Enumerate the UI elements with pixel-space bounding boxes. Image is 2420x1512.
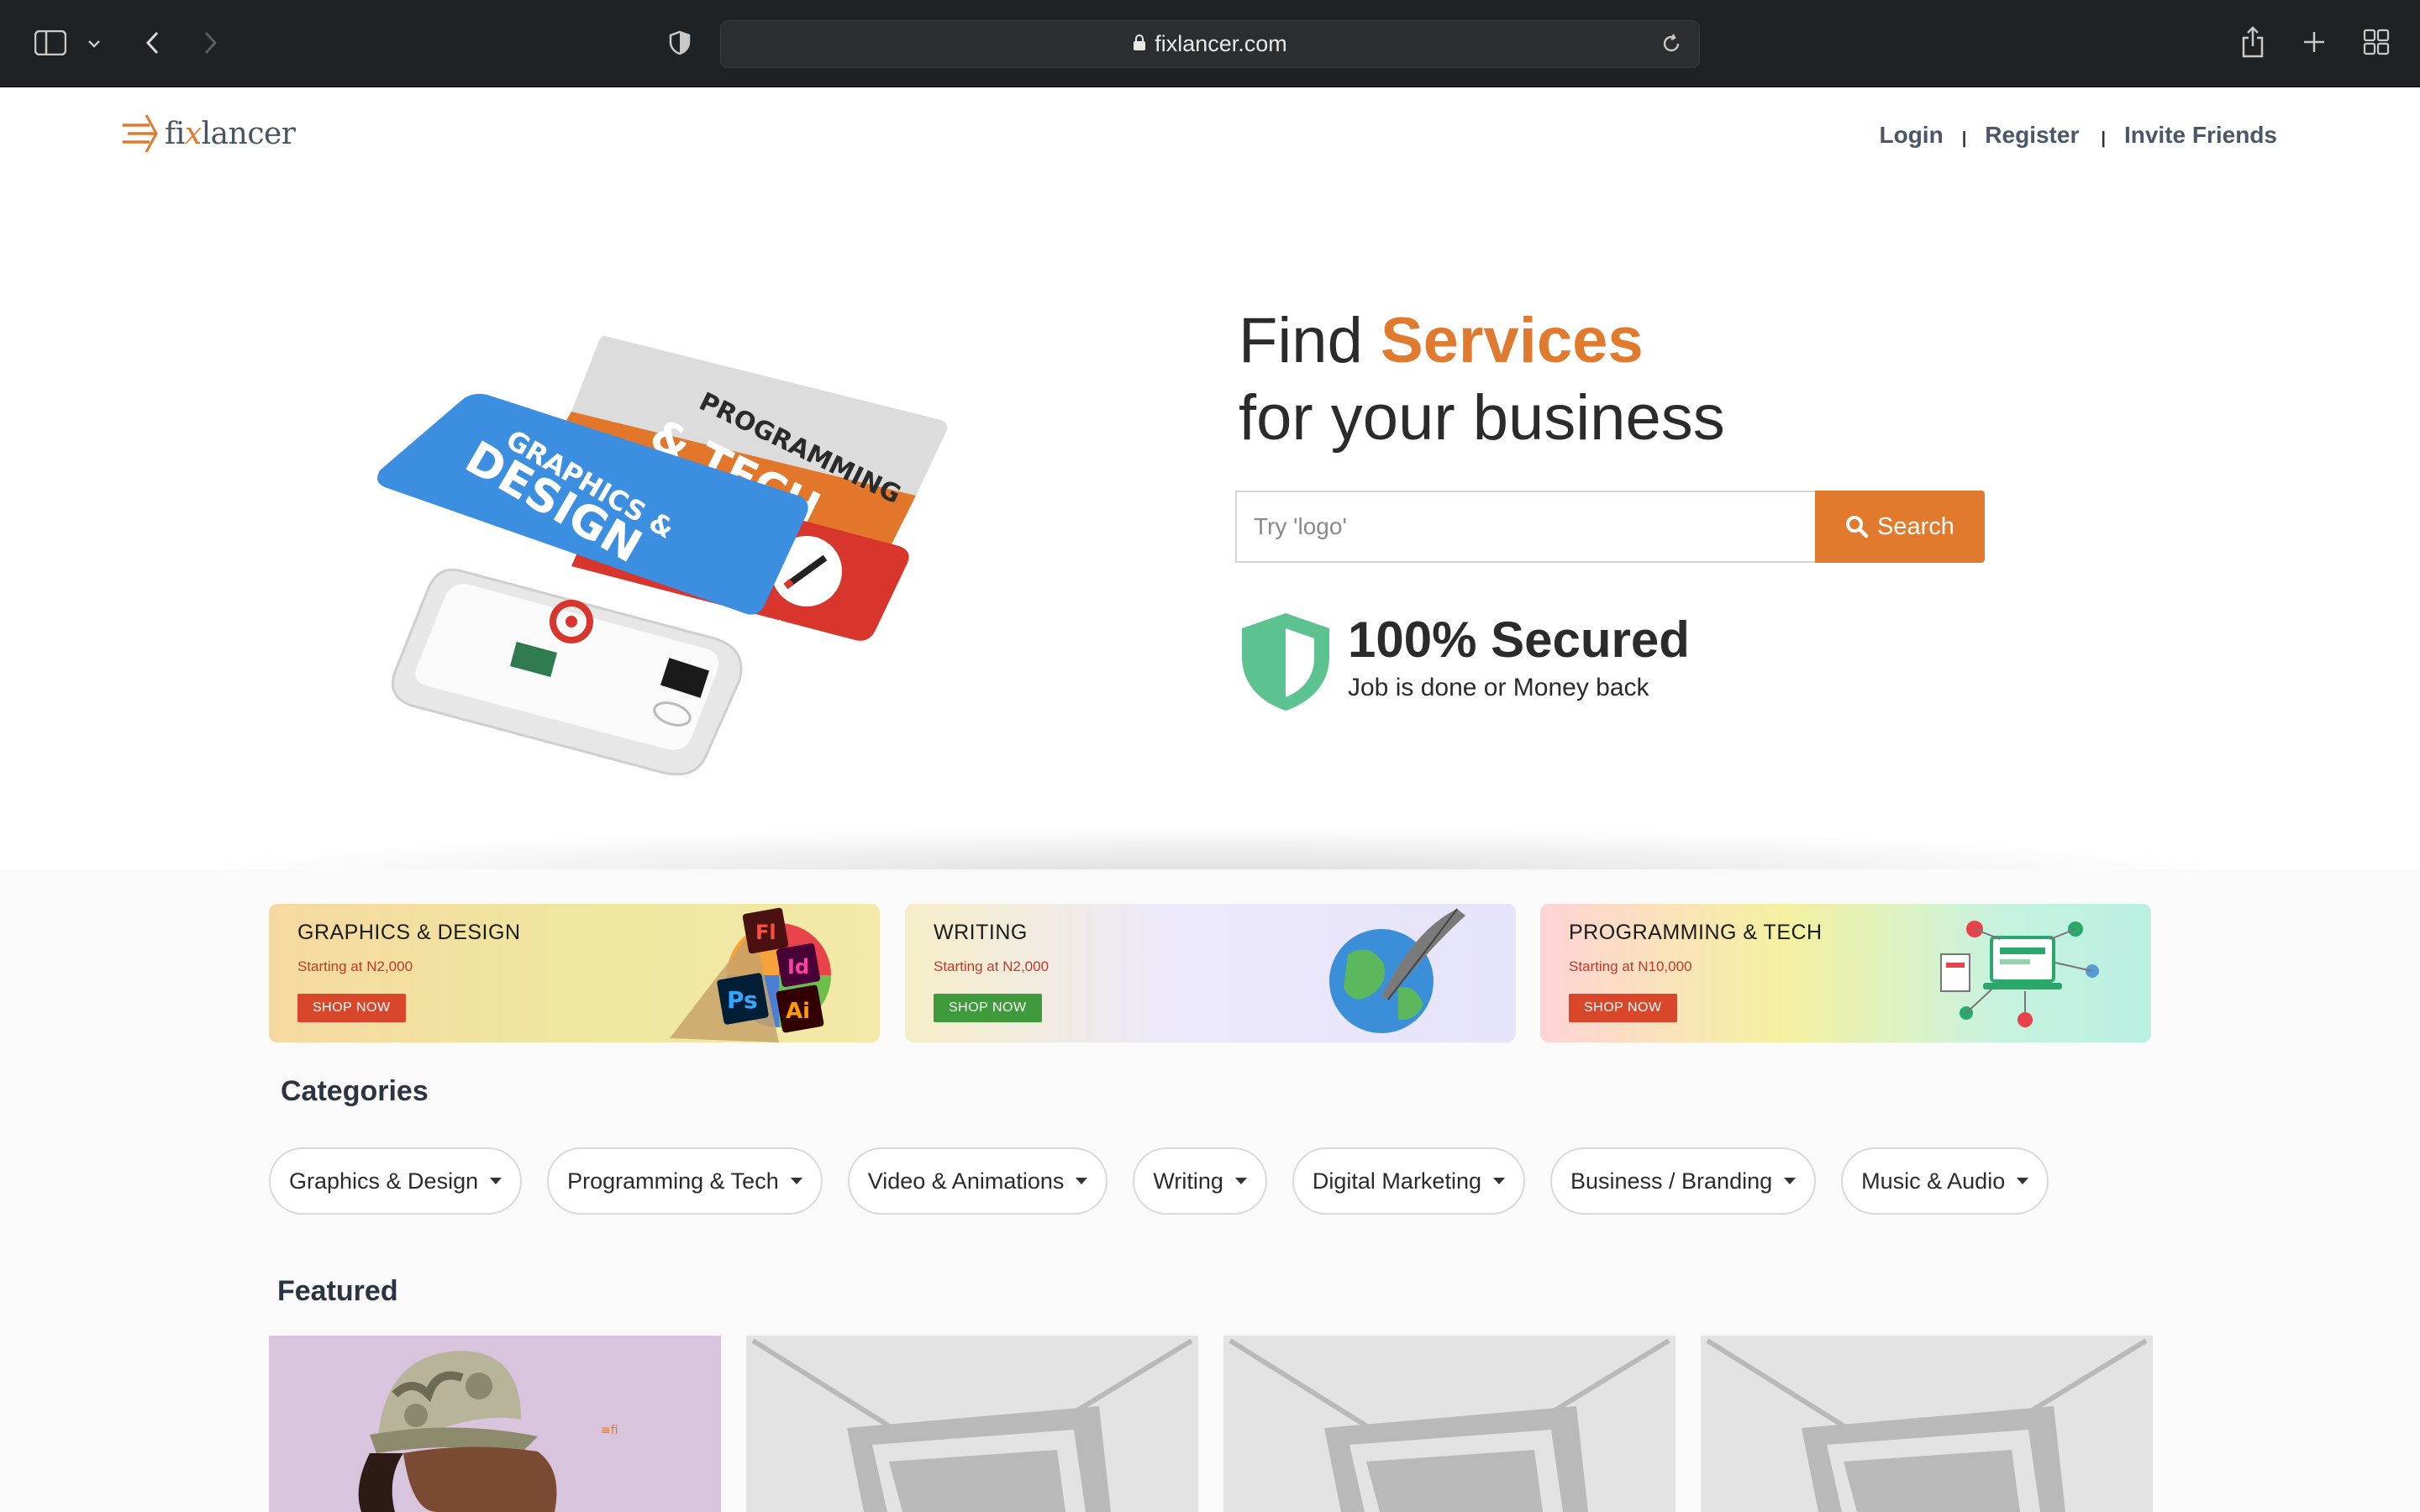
invite-friends-link[interactable]: Invite Friends — [2124, 122, 2277, 149]
caret-down-icon — [1234, 1178, 1247, 1184]
shop-now-button[interactable]: SHOP NOW — [297, 994, 406, 1022]
category-dropdown-business-branding[interactable]: Business / Branding — [1549, 1147, 1817, 1215]
caret-down-icon — [490, 1178, 502, 1184]
search-bar: Search — [1235, 491, 1985, 563]
new-tab-plus-icon[interactable] — [2301, 29, 2328, 55]
svg-text:Id: Id — [787, 955, 809, 979]
category-filter-row: Graphics & Design Programming & Tech Vid… — [269, 1147, 2049, 1215]
promo-graphics-design[interactable]: GRAPHICS & DESIGN Starting at N2,000 SHO… — [269, 904, 880, 1042]
fixlancer-logo[interactable]: fixlancer — [121, 108, 296, 160]
reload-icon[interactable] — [1660, 33, 1682, 55]
search-button-label: Search — [1877, 512, 1954, 540]
svg-text:Ai: Ai — [786, 999, 810, 1024]
svg-text:Fl: Fl — [755, 921, 776, 944]
share-icon[interactable] — [2238, 24, 2267, 60]
featured-grid: ≡fi — [269, 1336, 2153, 1512]
chevron-down-icon[interactable] — [84, 34, 104, 54]
featured-heading: Featured — [277, 1275, 398, 1307]
image-placeholder-icon — [746, 1336, 1198, 1512]
top-nav: Login | Register | Invite Friends — [1879, 122, 2277, 149]
search-input[interactable] — [1235, 491, 1815, 563]
svg-text:≡fi: ≡fi — [601, 1424, 618, 1437]
promo-writing[interactable]: WRITING Starting at N2,000 SHOP NOW — [905, 904, 1516, 1042]
tech-network-icon — [1940, 921, 2099, 1027]
category-dropdown-programming-tech[interactable]: Programming & Tech — [547, 1147, 823, 1215]
featured-card[interactable] — [1223, 1336, 1676, 1512]
caret-down-icon — [1492, 1178, 1505, 1184]
featured-thumbnail-image: ≡fi — [269, 1336, 721, 1512]
shop-now-button[interactable]: SHOP NOW — [934, 994, 1042, 1022]
category-dropdown-writing[interactable]: Writing — [1133, 1147, 1267, 1215]
phone-illustration — [392, 568, 743, 776]
categories-heading: Categories — [281, 1075, 429, 1107]
caret-down-icon — [1076, 1178, 1088, 1184]
url-text: fixlancer.com — [1155, 31, 1287, 56]
browser-toolbar: fixlancer.com — [0, 0, 2420, 87]
lock-icon — [1133, 31, 1146, 57]
globe-quill-icon — [1329, 908, 1465, 1033]
design-tools-icon: Fl Id Ps Ai — [670, 907, 831, 1042]
promo-programming-tech[interactable]: PROGRAMMING & TECH Starting at N10,000 S… — [1540, 904, 2151, 1042]
caret-down-icon — [2017, 1178, 2029, 1184]
category-dropdown-digital-marketing[interactable]: Digital Marketing — [1292, 1147, 1525, 1215]
search-icon — [1846, 516, 1869, 538]
secured-badge: 100% Secured Job is done or Money back — [1237, 610, 1690, 714]
secured-title: 100% Secured — [1348, 612, 1690, 668]
category-dropdown-music-audio[interactable]: Music & Audio — [1841, 1147, 2049, 1215]
logo-speed-lines-icon — [123, 114, 158, 153]
login-link[interactable]: Login — [1879, 122, 1943, 149]
caret-down-icon — [1784, 1178, 1797, 1184]
image-placeholder-icon — [1701, 1336, 2153, 1512]
search-button[interactable]: Search — [1815, 491, 1985, 563]
featured-card[interactable] — [1701, 1336, 2153, 1512]
logo-wordmark: fixlancer — [165, 116, 296, 151]
featured-card[interactable] — [746, 1336, 1198, 1512]
nav-separator: | — [1961, 129, 1967, 148]
category-dropdown-video-animations[interactable]: Video & Animations — [847, 1147, 1108, 1215]
nav-separator: | — [2101, 129, 2106, 148]
tab-overview-icon[interactable] — [2361, 27, 2391, 57]
section-divider — [0, 806, 2420, 874]
back-arrow-icon[interactable] — [139, 29, 165, 57]
svg-text:Ps: Ps — [727, 986, 758, 1014]
register-link[interactable]: Register — [1985, 122, 2079, 149]
secured-subtitle: Job is done or Money back — [1348, 674, 1649, 701]
image-placeholder-icon — [1223, 1336, 1676, 1512]
caret-down-icon — [790, 1178, 802, 1184]
sidebar-toggle-icon[interactable] — [34, 29, 67, 57]
shop-now-button[interactable]: SHOP NOW — [1569, 994, 1677, 1022]
shield-icon — [1242, 613, 1329, 711]
address-bar[interactable]: fixlancer.com — [720, 20, 1700, 68]
category-dropdown-graphics-design[interactable]: Graphics & Design — [269, 1147, 523, 1215]
featured-card[interactable]: ≡fi — [269, 1336, 721, 1512]
privacy-shield-icon[interactable] — [667, 29, 692, 57]
hero-headline: Find Services for your business — [1239, 305, 1725, 454]
forward-arrow-icon[interactable] — [198, 29, 224, 57]
hero-illustration: PROGRAMMING & TECH WRITING GRAPHICS & DE… — [377, 335, 948, 776]
